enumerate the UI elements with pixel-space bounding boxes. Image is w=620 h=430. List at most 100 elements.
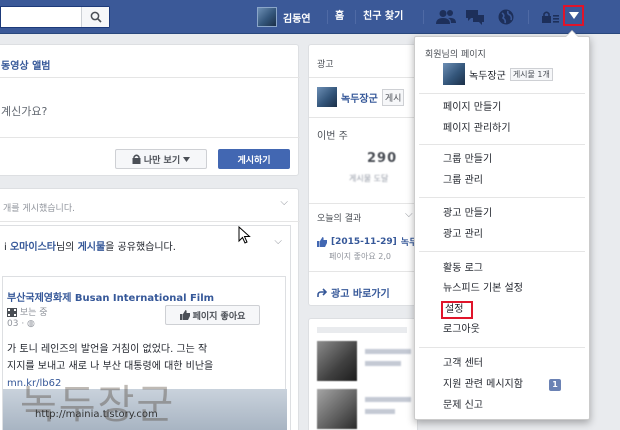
globe-icon: ◍ (27, 319, 35, 329)
shared-post-link[interactable]: 게시물 (78, 242, 106, 253)
home-link[interactable]: 홈 (335, 6, 344, 28)
menu-page-item[interactable]: 녹두장군 게시물 1개 (443, 63, 553, 85)
menu-divider (419, 144, 585, 145)
menu-item-support-inbox[interactable]: 지원 관련 메시지함 (443, 376, 523, 394)
menu-item-create-group[interactable]: 그룹 만들기 (443, 151, 492, 169)
menu-page-name: 녹두장군 (469, 70, 506, 82)
messages-icon (466, 10, 484, 25)
page-thumbnail[interactable] (317, 87, 337, 107)
link-icon (317, 287, 327, 297)
find-friends-link[interactable]: 친구 찾기 (363, 6, 403, 28)
menu-caret (565, 30, 579, 37)
menu-divider (419, 197, 585, 198)
friend-requests-button[interactable] (436, 8, 456, 26)
chevron-down-icon[interactable]: ⌵ (405, 209, 413, 220)
divider (0, 137, 300, 138)
share-suffix: 을 공유했습니다. (105, 242, 176, 253)
page-name-link[interactable]: 부산국제영화제 Busan International Film (7, 289, 214, 304)
blurred-text (365, 349, 411, 354)
menu-divider (419, 347, 585, 348)
menu-divider (419, 251, 585, 252)
this-week-label: 이번 주 (317, 131, 348, 142)
page-thumbnail (443, 63, 465, 85)
ad-page-row: 녹두장군 게시 (317, 87, 405, 107)
avatar (257, 7, 277, 27)
thumbs-up-icon (317, 236, 327, 247)
result-date: [2015-11-29] (331, 236, 397, 247)
result-subtext: 페이지 좋아요 2,0 (329, 252, 391, 261)
tab-video-album[interactable]: 동영상 앨범 (1, 57, 50, 72)
ad-post-button[interactable]: 게시 (381, 88, 405, 106)
menu-item-create-ad[interactable]: 광고 만들기 (443, 205, 492, 223)
post-time-text: 03 · (7, 319, 28, 329)
search-input[interactable] (0, 6, 110, 28)
menu-item-logout[interactable]: 로그아웃 (443, 321, 480, 339)
page-meta: 보는 중 (7, 305, 48, 318)
page-meta-text: 보는 중 (19, 308, 48, 318)
ad-section-label: 광고 (317, 60, 334, 70)
this-week-count: 290 (367, 151, 398, 166)
composer-input[interactable]: 계신가요? (1, 103, 47, 119)
nav-divider (528, 10, 529, 24)
divider (0, 77, 300, 78)
today-results-label: 오늘의 결과 (317, 214, 362, 224)
menu-item-newsfeed-preferences[interactable]: 뉴스피드 기본 설정 (443, 280, 523, 298)
chevron-down-icon[interactable]: ⌵ (280, 197, 288, 208)
result-row[interactable]: [2015-11-29] 녹두 (317, 235, 417, 248)
divider (0, 221, 300, 222)
suggested-person-photo[interactable] (317, 341, 357, 381)
nav-divider (355, 10, 356, 24)
watermark: 녹두장군 (20, 382, 176, 428)
blurred-text (365, 409, 395, 414)
profile-link[interactable]: 김동연 (257, 6, 311, 28)
post-timestamp[interactable]: 03 · ◍ (7, 319, 35, 329)
menu-item-create-page[interactable]: 페이지 만들기 (443, 99, 501, 117)
menu-item-report-problem[interactable]: 문제 신고 (443, 397, 483, 415)
divider (309, 77, 419, 78)
search-button[interactable] (81, 7, 109, 27)
post-text-line: 가 토니 레인즈의 발언을 거침이 없었다. 그는 작 (7, 344, 208, 355)
caret-down-icon (568, 12, 579, 19)
nav-divider (423, 10, 424, 24)
chevron-down-icon[interactable]: ⌵ (274, 236, 282, 247)
lock-icon (132, 154, 141, 164)
divider (309, 203, 419, 204)
account-dropdown-menu: 회원님의 페이지 녹두장군 게시물 1개 페이지 만들기 페이지 관리하기 그룹… (414, 30, 590, 420)
account-menu-button[interactable] (563, 5, 584, 26)
mouse-cursor-icon (238, 226, 251, 244)
suggestions-panel (308, 318, 418, 430)
caret-down-icon (183, 156, 191, 162)
menu-item-manage-pages[interactable]: 페이지 관리하기 (443, 120, 511, 138)
notifications-button[interactable] (496, 8, 516, 26)
feed-notice: 개를 게시했습니다. (3, 204, 75, 214)
shared-from-link[interactable]: 오마이스타 (10, 242, 56, 253)
divider (309, 271, 419, 272)
privacy-shortcuts-button[interactable] (540, 8, 560, 26)
post-button[interactable]: 게시하기 (218, 149, 290, 169)
thumbs-up-icon (179, 310, 190, 320)
blurred-text (365, 397, 411, 402)
menu-item-manage-ads[interactable]: 광고 관리 (443, 226, 483, 244)
this-week-subtext: 게시물 도달 (349, 174, 389, 183)
globe-icon (498, 9, 514, 25)
share-headline: i 오마이스타님의 게시물을 공유했습니다. (4, 238, 176, 253)
ad-page-link[interactable]: 녹두장군 (341, 90, 378, 105)
share-mid: 님의 (55, 242, 75, 253)
privacy-selector[interactable]: 나만 보기 (115, 149, 207, 169)
menu-item-help-center[interactable]: 고객 센터 (443, 355, 483, 373)
ads-shortcut-link[interactable]: 광고 바로가기 (317, 285, 390, 300)
profile-name: 김동연 (283, 13, 311, 25)
film-icon (7, 308, 17, 317)
like-page-button[interactable]: 페이지 좋아요 (165, 305, 260, 325)
menu-item-settings[interactable]: 설정 (441, 301, 474, 319)
nav-divider (327, 10, 328, 24)
suggested-person-photo[interactable] (317, 389, 357, 429)
divider (309, 117, 419, 118)
menu-item-activity-log[interactable]: 활동 로그 (443, 260, 483, 278)
messages-button[interactable] (465, 8, 485, 26)
post-composer: 동영상 앨범 계신가요? 나만 보기 게시하기 (0, 44, 300, 176)
page-post-badge: 게시물 1개 (509, 67, 553, 81)
blurred-text (365, 361, 401, 366)
menu-item-manage-groups[interactable]: 그룹 관리 (443, 172, 483, 190)
friends-icon (436, 10, 456, 24)
